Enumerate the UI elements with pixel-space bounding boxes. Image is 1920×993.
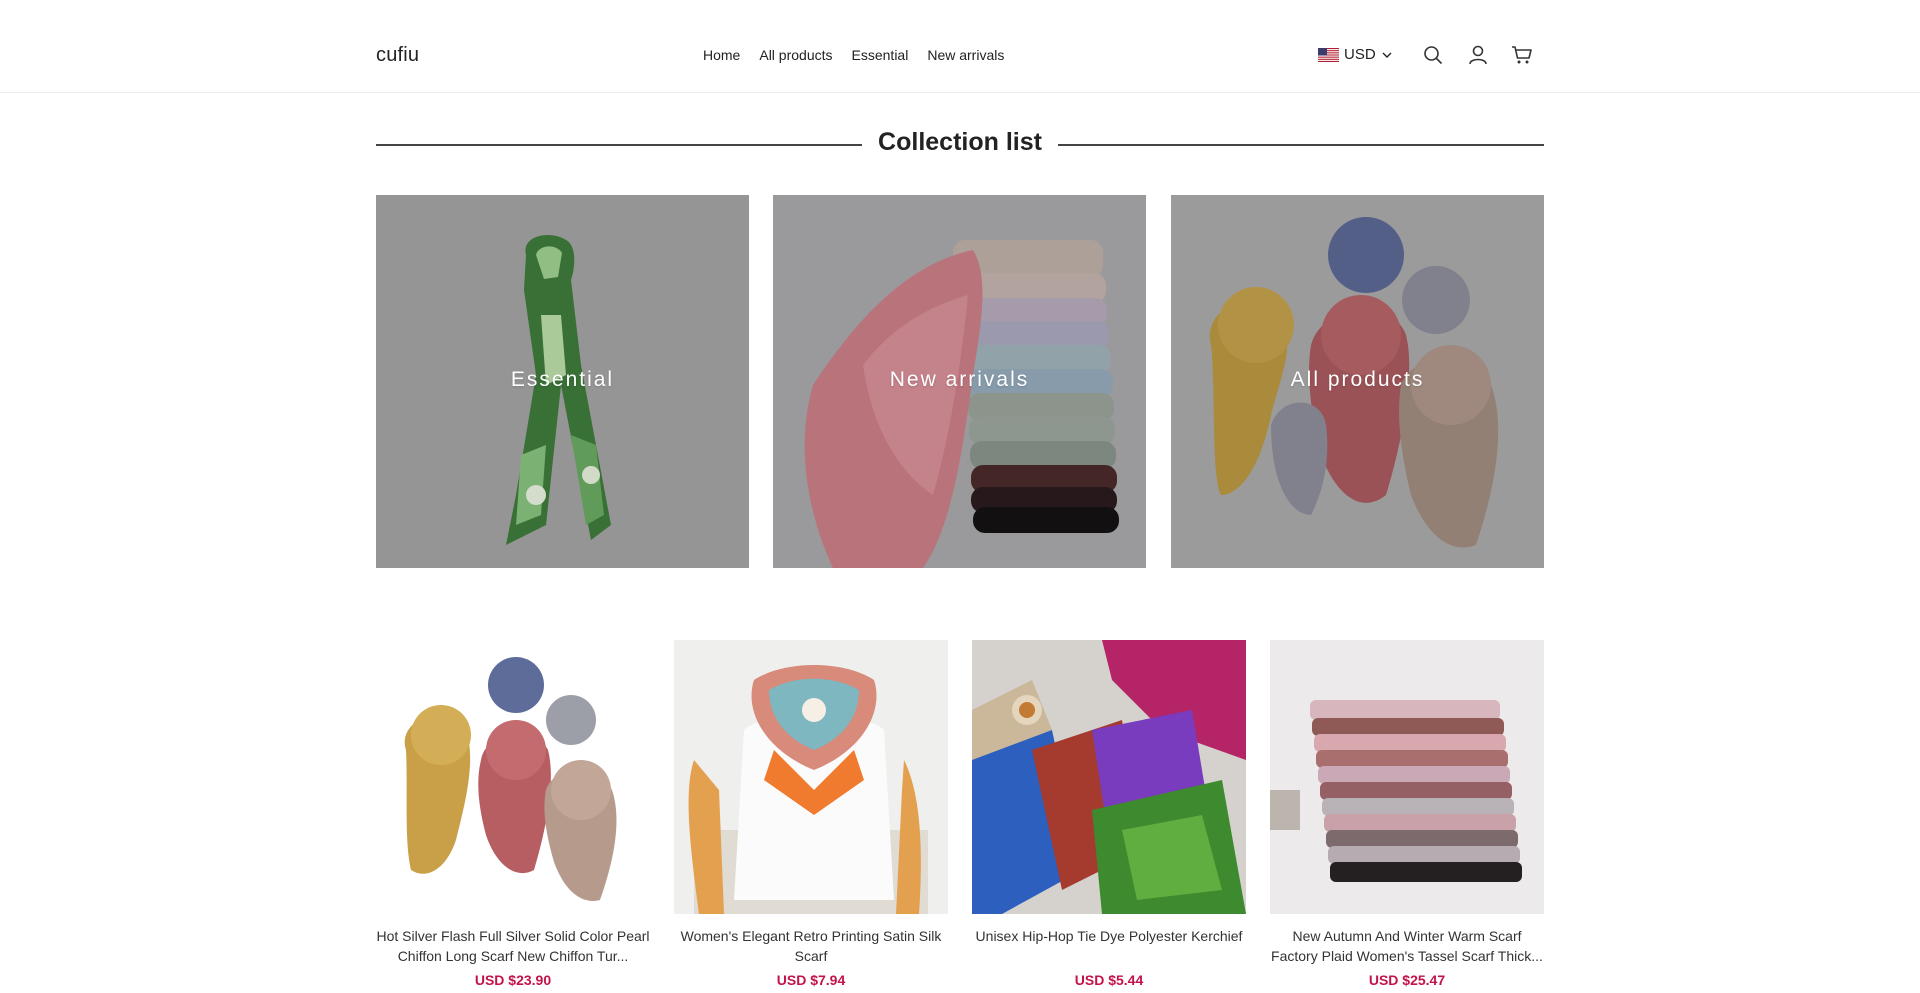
collection-title-block: Collection list	[376, 126, 1544, 162]
product-image[interactable]	[376, 640, 650, 914]
site-logo[interactable]: cufiu	[376, 44, 419, 67]
product-image[interactable]	[674, 640, 948, 914]
chevron-down-icon	[1382, 52, 1392, 58]
product-card[interactable]: Women's Elegant Retro Printing Satin Sil…	[674, 640, 948, 988]
product-photo-rolled-scarves	[376, 640, 650, 914]
currency-label: USD	[1344, 46, 1376, 63]
nav-link-new-arrivals[interactable]: New arrivals	[927, 47, 1004, 63]
product-photo-plaid-scarves	[1270, 640, 1544, 914]
nav-link-all-products[interactable]: All products	[759, 47, 832, 63]
nav-link-home[interactable]: Home	[703, 47, 740, 63]
product-card[interactable]: Hot Silver Flash Full Silver Solid Color…	[376, 640, 650, 988]
product-price: USD $5.44	[1074, 972, 1144, 988]
cart-icon[interactable]	[1511, 44, 1533, 66]
product-price: USD $7.94	[776, 972, 846, 988]
product-image[interactable]	[972, 640, 1246, 914]
us-flag-icon	[1318, 47, 1339, 62]
main-nav: Home All products Essential New arrivals	[703, 47, 1023, 63]
search-icon[interactable]	[1422, 44, 1444, 66]
product-image[interactable]	[1270, 640, 1544, 914]
collection-label-new-arrivals: New arrivals	[889, 368, 1030, 391]
collection-card-essential[interactable]: Essential	[376, 195, 749, 568]
title-divider-right	[1058, 144, 1544, 146]
product-card[interactable]: Unisex Hip-Hop Tie Dye Polyester Kerchie…	[972, 640, 1246, 988]
product-price: USD $25.47	[1368, 972, 1446, 988]
product-photo-satin-scarf	[674, 640, 948, 914]
account-icon[interactable]	[1467, 44, 1489, 66]
product-title[interactable]: Hot Silver Flash Full Silver Solid Color…	[376, 926, 650, 966]
collection-card-new-arrivals[interactable]: New arrivals	[773, 195, 1146, 568]
currency-selector[interactable]: USD	[1318, 46, 1393, 63]
site-header: cufiu Home All products Essential New ar…	[0, 0, 1920, 93]
product-title[interactable]: New Autumn And Winter Warm Scarf Factory…	[1270, 926, 1544, 966]
collection-title: Collection list	[878, 128, 1042, 156]
product-photo-tie-dye-bandanas	[972, 640, 1246, 914]
collection-card-all-products[interactable]: All products	[1171, 195, 1544, 568]
collection-label-essential: Essential	[510, 368, 615, 391]
nav-link-essential[interactable]: Essential	[852, 47, 909, 63]
product-title[interactable]: Women's Elegant Retro Printing Satin Sil…	[674, 926, 948, 966]
collection-label-all-products: All products	[1290, 368, 1425, 391]
product-title[interactable]: Unisex Hip-Hop Tie Dye Polyester Kerchie…	[972, 926, 1246, 966]
product-card[interactable]: New Autumn And Winter Warm Scarf Factory…	[1270, 640, 1544, 988]
product-price: USD $23.90	[474, 972, 552, 988]
